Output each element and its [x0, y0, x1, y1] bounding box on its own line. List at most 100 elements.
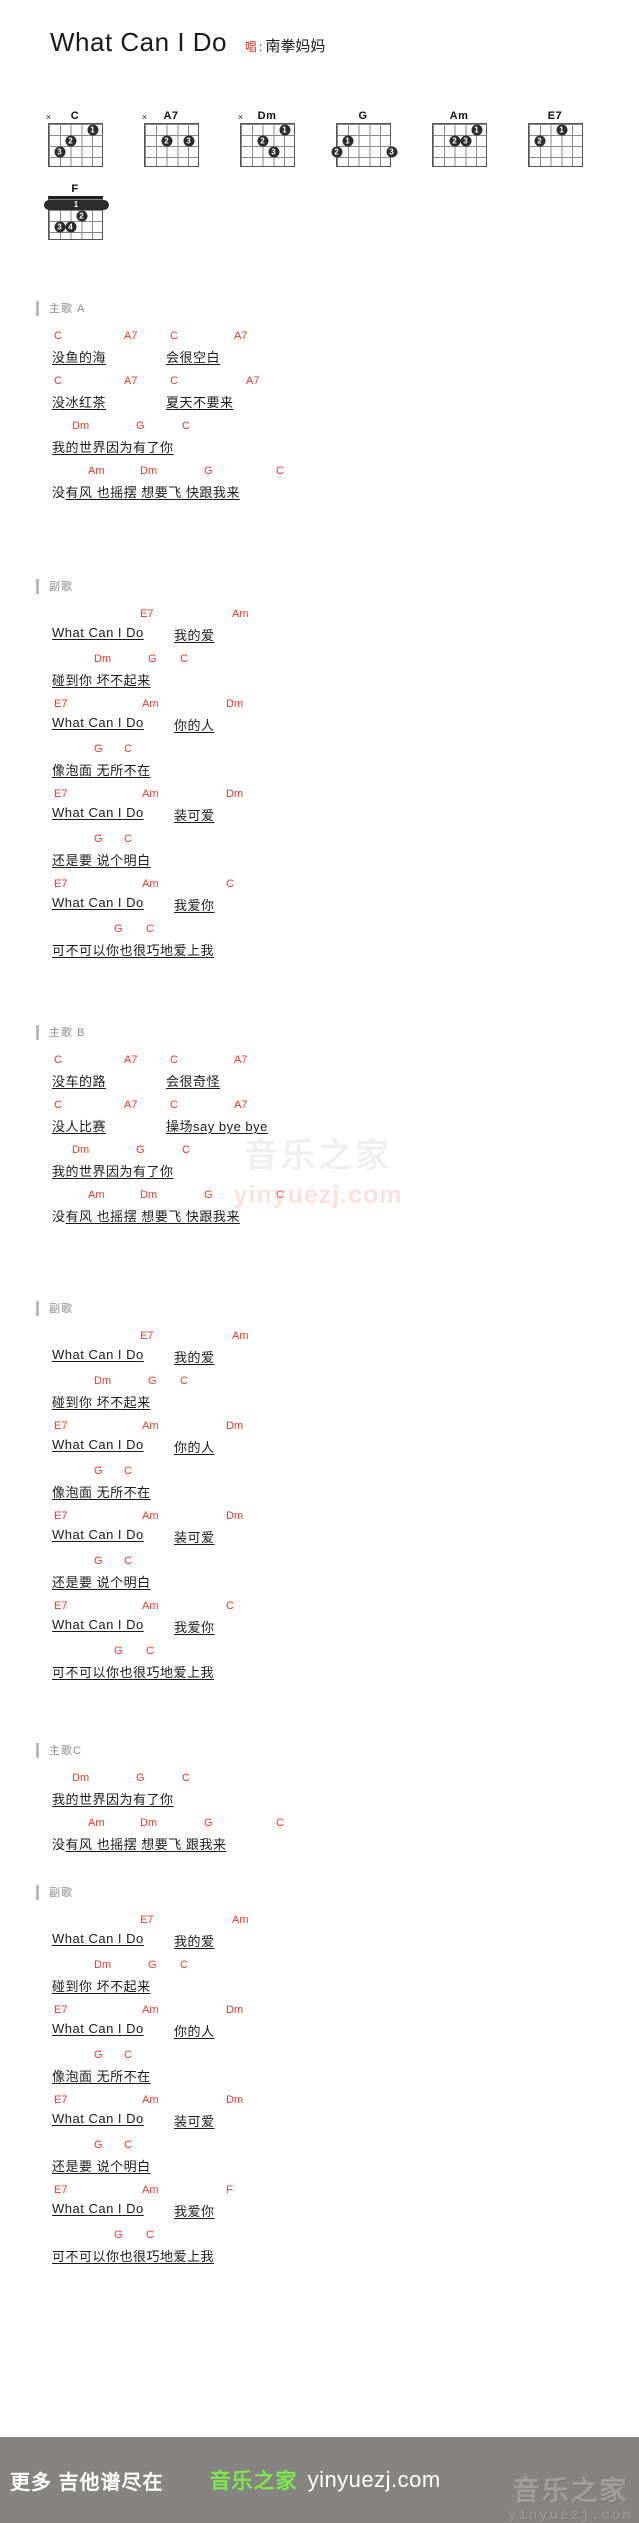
lyric-text: 碰到你 坏不起来 — [52, 1979, 151, 1994]
song-section: 副歌 E7 Am What Can I Do 我的爱 Dm G C 碰到你 坏不起来 E7 Am Dm… — [36, 578, 596, 966]
chord-symbol: G — [114, 2229, 123, 2241]
finger-dot: 4 — [65, 221, 76, 232]
lyric-line: What Can I Do 装可爱 — [36, 2111, 596, 2137]
chord-symbol: C — [180, 1959, 188, 1971]
lyric-text: 我的爱 — [174, 628, 215, 643]
singer-name: 南拳妈妈 — [265, 38, 326, 55]
chord-symbol: C — [182, 1144, 190, 1156]
muted-string-marker-icon: × — [45, 112, 52, 122]
lyric-text: 我爱你 — [174, 898, 215, 913]
finger-dot: 1 — [342, 135, 353, 146]
chord-fretboard: 12 — [527, 123, 583, 167]
chord-symbol: Am — [88, 1817, 105, 1829]
lyric-line: What Can I Do 装可爱 — [36, 1527, 596, 1553]
chord-symbol: Am — [232, 608, 249, 620]
lyric-text: 像泡面 无所不在 — [52, 1485, 151, 1500]
chord-line: GC — [36, 921, 596, 940]
chord-symbol: C — [180, 1375, 188, 1387]
lyric-text: What Can I Do — [52, 715, 144, 730]
chord-line: C A7 C A7 — [36, 1052, 596, 1071]
chord-symbol: Am — [142, 1420, 159, 1432]
lyric-text: 装可爱 — [174, 808, 215, 823]
lyric-line: 我的世界因为有了你 — [36, 1789, 596, 1815]
lyric-line: 可不可以你也很巧地爱上我 — [36, 1662, 596, 1688]
finger-dot: 1 — [87, 124, 98, 135]
footer-bar: 更多 吉他谱尽在 音乐之家 yinyuezj.com 音乐之家 yinyuezj… — [0, 2437, 639, 2523]
lyric-line: 碰到你 坏不起来 — [36, 670, 596, 696]
chord-line: GC — [36, 1463, 596, 1482]
chord-symbol: A7 — [124, 330, 138, 342]
chord-symbol: C — [226, 1600, 234, 1612]
chord-line: E7 Am Dm — [36, 786, 596, 805]
lyric-text: 我爱你 — [174, 1620, 215, 1635]
chord-line: E7 Am Dm — [36, 696, 596, 715]
finger-dot: 3 — [386, 146, 397, 157]
chord-line: C A7 C A7 — [36, 373, 596, 392]
chord-symbol: G — [148, 1375, 157, 1387]
footer-content: 更多 吉他谱尽在 音乐之家 yinyuezj.com — [10, 2465, 441, 2495]
chord-symbol: A7 — [124, 1099, 138, 1111]
chord-symbol: C — [276, 465, 284, 477]
lyric-line: 没有风 也摇摆 想要飞 快跟我来 — [36, 1206, 596, 1232]
section-label: 主歌C — [49, 1745, 82, 1757]
chord-symbol: G — [114, 923, 123, 935]
muted-string-marker-icon: × — [237, 112, 244, 122]
chord-symbol: C — [182, 1772, 190, 1784]
lyric-line: 没车的路 会很奇怪 — [36, 1071, 596, 1097]
chord-symbol: Dm — [226, 788, 244, 800]
lyric-line: 我的世界因为有了你 — [36, 1161, 596, 1187]
finger-dot: 2 — [257, 135, 268, 146]
lyric-line: What Can I Do 装可爱 — [36, 805, 596, 831]
footer-watermark-cn: 音乐之家 — [512, 2476, 629, 2506]
footer-watermark: 音乐之家 yinyuezj.com — [508, 2469, 633, 2523]
chord-line: E7 Am — [36, 1328, 596, 1347]
lyric-text: 你的人 — [174, 718, 215, 733]
chord-symbol: C — [170, 330, 178, 342]
chord-line: E7 Am Dm — [36, 2002, 596, 2021]
lyric-text: What Can I Do — [52, 1347, 144, 1362]
lyric-text: 你的人 — [174, 2024, 215, 2039]
lyric-text: 像泡面 无所不在 — [52, 2069, 151, 2084]
lyric-text: 可不可以你也很巧地爱上我 — [52, 2249, 215, 2264]
chord-line: Dm G C — [36, 651, 596, 670]
chord-line: GC — [36, 831, 596, 850]
chord-symbol: C — [170, 1099, 178, 1111]
chord-line: E7 Am F — [36, 2182, 596, 2201]
lyric-text: 可不可以你也很巧地爱上我 — [52, 1665, 215, 1680]
chord-symbol: Dm — [226, 1420, 244, 1432]
chord-line: GC — [36, 741, 596, 760]
lyric-line: 还是要 说个明白 — [36, 2156, 596, 2182]
chord-symbol: E7 — [54, 788, 68, 800]
lyric-text: 会很空白 — [166, 350, 221, 365]
chord-symbol: Dm — [140, 1817, 158, 1829]
chord-line: Dm G C — [36, 1770, 596, 1789]
chord-symbol: Dm — [226, 2004, 244, 2016]
chord-symbol: G — [136, 1772, 145, 1784]
footer-more-label: 更多 吉他谱尽在 — [10, 2471, 164, 2494]
chord-line: GC — [36, 2047, 596, 2066]
chord-name-label: E7 — [547, 110, 563, 122]
chord-symbol: G — [136, 1144, 145, 1156]
lyric-line: What Can I Do 我的爱 — [36, 625, 596, 651]
section-accent-bar — [36, 578, 39, 594]
lyric-line: What Can I Do 我爱你 — [36, 1617, 596, 1643]
chord-line: Dm G C — [36, 1373, 596, 1392]
section-accent-bar — [36, 1884, 39, 1900]
chord-symbol: E7 — [54, 878, 68, 890]
finger-dot: 1 — [279, 124, 290, 135]
lyric-line: 像泡面 无所不在 — [36, 2066, 596, 2092]
chord-name-label: Am — [449, 110, 469, 122]
finger-dot: 2 — [331, 146, 342, 157]
section-header: 副歌 — [36, 1300, 596, 1316]
chord-symbol: Am — [142, 788, 159, 800]
chord-symbol: G — [148, 653, 157, 665]
chord-line: GC — [36, 2227, 596, 2246]
chord-line: Am Dm G C — [36, 1187, 596, 1206]
chord-symbol: E7 — [54, 2094, 68, 2106]
chord-symbol: C — [124, 2049, 132, 2061]
lyric-line: What Can I Do 你的人 — [36, 715, 596, 741]
finger-dot: 1 — [556, 124, 567, 135]
lyric-text: What Can I Do — [52, 625, 144, 640]
chord-symbol: G — [204, 1817, 213, 1829]
muted-string-marker-icon: × — [141, 112, 148, 122]
